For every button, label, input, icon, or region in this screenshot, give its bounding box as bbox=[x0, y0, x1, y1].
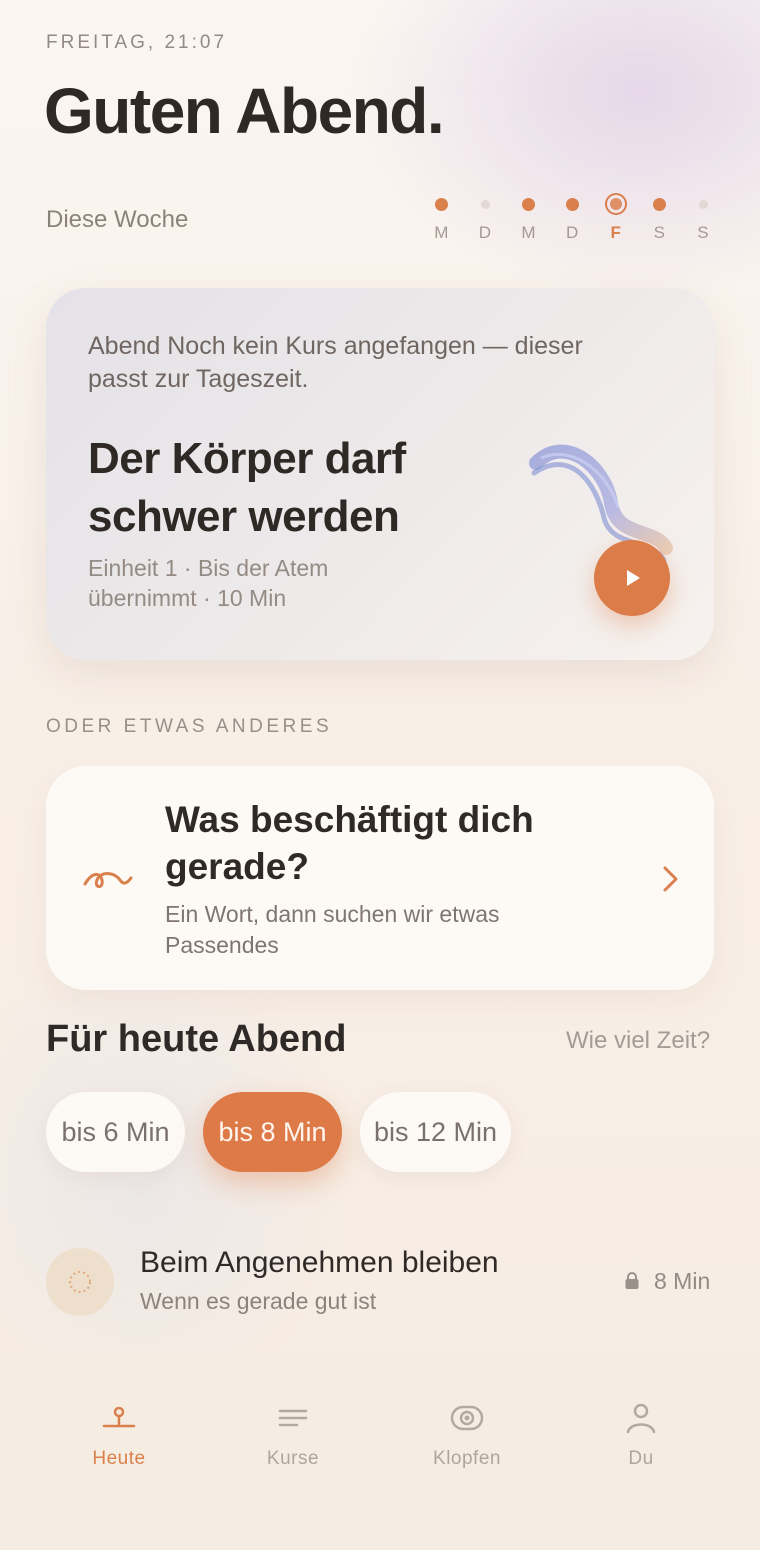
tapping-icon bbox=[450, 1405, 484, 1431]
session-duration: 8 Min bbox=[654, 1268, 711, 1294]
day-letter: S bbox=[697, 223, 710, 242]
featured-subtitle: Abend Noch kein Kurs angefangen — dieser… bbox=[88, 332, 583, 393]
tab-du[interactable]: Du bbox=[554, 1354, 728, 1550]
day-completed-dot bbox=[522, 197, 536, 211]
week-day-tuesday: D bbox=[464, 192, 508, 243]
chip-6-min[interactable]: bis 6 Min bbox=[46, 1092, 185, 1172]
session-title[interactable]: Beim Angenehmen bleiben bbox=[140, 1246, 499, 1280]
profile-icon bbox=[626, 1403, 656, 1434]
tab-heute[interactable]: Heute bbox=[32, 1354, 206, 1550]
lock-icon bbox=[625, 1272, 639, 1289]
section-label-other: ODER ETWAS ANDERES bbox=[46, 716, 333, 737]
chip-12-min[interactable]: bis 12 Min bbox=[360, 1092, 511, 1172]
day-letter: S bbox=[653, 223, 666, 242]
today-icon bbox=[102, 1406, 136, 1428]
courses-icon bbox=[278, 1409, 308, 1427]
day-empty-dot bbox=[480, 199, 490, 209]
mood-prompt-title: Was beschäftigt dich gerade? bbox=[165, 799, 534, 887]
week-day-saturday: S bbox=[638, 192, 682, 243]
featured-course-card[interactable]: Abend Noch kein Kurs angefangen — dieser… bbox=[46, 288, 714, 660]
week-tracker: M D M D F S S bbox=[420, 192, 725, 243]
day-letter: M bbox=[521, 223, 537, 242]
day-letter: M bbox=[434, 223, 450, 242]
day-completed-dot bbox=[435, 197, 449, 211]
week-label: Diese Woche bbox=[46, 206, 189, 233]
week-day-sunday: S bbox=[682, 192, 726, 243]
week-day-friday: F bbox=[594, 192, 638, 243]
mood-prompt-subtitle: Ein Wort, dann suchen wir etwas Passende… bbox=[165, 901, 500, 958]
time-filter-link[interactable]: Wie viel Zeit? bbox=[566, 1027, 710, 1055]
chip-8-min-selected[interactable]: bis 8 Min bbox=[203, 1092, 342, 1172]
week-day-monday: M bbox=[420, 192, 464, 243]
day-empty-dot bbox=[698, 199, 708, 209]
dotted-circle-icon bbox=[69, 1271, 91, 1293]
tab-label: Heute bbox=[92, 1448, 146, 1469]
featured-title: Der Körper darf schwer werden bbox=[88, 434, 406, 541]
day-letter: D bbox=[478, 223, 493, 242]
tab-label: Kurse bbox=[266, 1448, 320, 1469]
tab-klopfen[interactable]: Klopfen bbox=[380, 1354, 554, 1550]
date-time: FREITAG, 21:07 bbox=[46, 32, 228, 53]
mood-prompt-card[interactable]: Was beschäftigt dich gerade? Ein Wort, d… bbox=[46, 766, 714, 990]
tab-label: Du bbox=[628, 1448, 654, 1469]
page-title: Guten Abend. bbox=[44, 75, 445, 147]
week-day-wednesday: M bbox=[507, 192, 551, 243]
bottom-tab-bar: Heute Kurse Klopfen Du bbox=[0, 1354, 760, 1550]
day-today-dot bbox=[605, 193, 628, 215]
tab-kurse[interactable]: Kurse bbox=[206, 1354, 380, 1550]
tab-label: Klopfen bbox=[433, 1448, 501, 1469]
duration-chips: bis 6 Min bis 8 Min bis 12 Min bbox=[46, 1092, 511, 1172]
day-letter-today: F bbox=[610, 223, 622, 242]
day-letter: D bbox=[565, 223, 580, 242]
play-icon bbox=[627, 570, 640, 586]
day-completed-dot bbox=[653, 197, 667, 211]
chevron-right-icon bbox=[663, 866, 678, 892]
week-day-thursday: D bbox=[551, 192, 595, 243]
day-completed-dot bbox=[566, 197, 580, 211]
session-thumbnail bbox=[46, 1248, 114, 1316]
section-title-tonight: Für heute Abend bbox=[46, 1018, 347, 1060]
session-subtitle: Wenn es gerade gut ist bbox=[140, 1288, 377, 1314]
featured-meta: Einheit 1 · Bis der Atem übernimmt · 10 … bbox=[88, 555, 329, 611]
play-button[interactable] bbox=[594, 540, 670, 616]
squiggle-icon bbox=[83, 872, 133, 888]
